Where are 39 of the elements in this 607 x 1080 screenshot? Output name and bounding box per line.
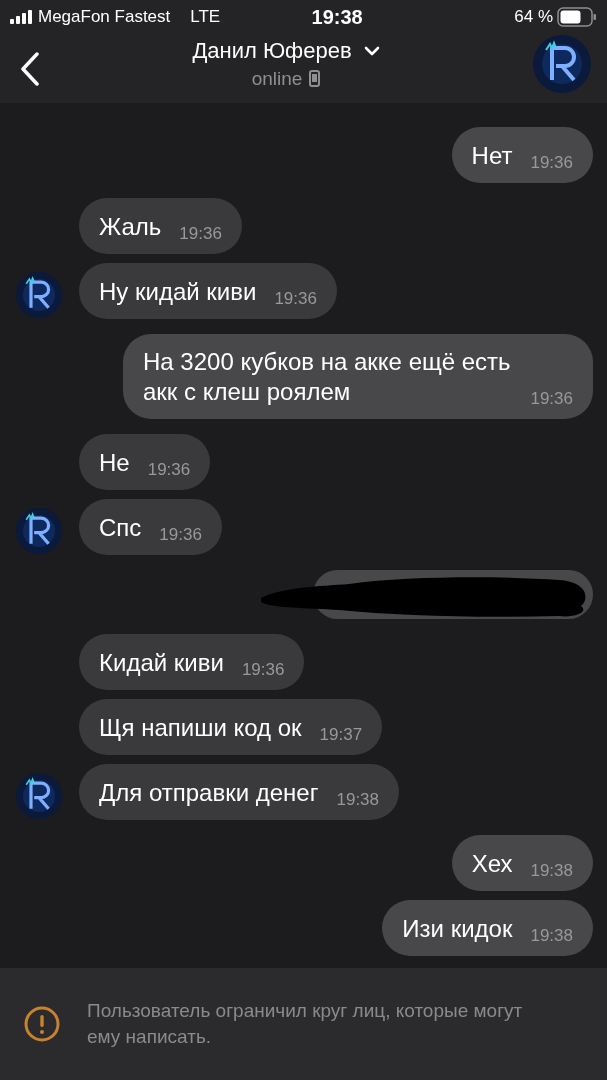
message-time: 19:36 bbox=[274, 289, 317, 309]
phone-icon bbox=[309, 70, 321, 87]
message-text: Жаль bbox=[99, 212, 162, 242]
status-time: 19:38 bbox=[311, 5, 363, 29]
message-time: 19:36 bbox=[179, 224, 222, 244]
message-time: 19:36 bbox=[530, 389, 573, 409]
battery-percent: 64 % bbox=[514, 7, 553, 27]
message-time: 19:36 bbox=[159, 525, 202, 545]
signal-icon bbox=[10, 10, 32, 24]
message-time: 19:36 bbox=[241, 660, 285, 680]
back-icon[interactable] bbox=[20, 51, 40, 86]
message-time: 19:37 bbox=[319, 725, 363, 745]
network-type: LTE bbox=[190, 7, 221, 27]
message-text: Ну кидай киви bbox=[99, 277, 257, 307]
chevron-down-icon[interactable] bbox=[363, 45, 380, 56]
message-time: 19:36 bbox=[147, 460, 191, 480]
message-text: Изи кидок bbox=[402, 914, 513, 944]
avatar-icon[interactable] bbox=[532, 33, 592, 94]
battery-icon bbox=[557, 7, 597, 27]
message-text: Для отправки денег bbox=[99, 778, 319, 808]
message-text: Не bbox=[99, 448, 130, 478]
message-text: Спс bbox=[99, 513, 142, 543]
message-time: 19:38 bbox=[530, 926, 573, 946]
message-text: Щя напиши код ок bbox=[99, 713, 302, 743]
message-time: 19:38 bbox=[530, 861, 573, 881]
contact-name[interactable]: Данил Юферев bbox=[192, 37, 352, 64]
message-time: 19:36 bbox=[530, 153, 573, 173]
online-status: online bbox=[251, 67, 303, 90]
avatar-icon[interactable] bbox=[15, 271, 63, 319]
message-text: Хех bbox=[471, 849, 513, 879]
carrier-name: MegaFon Fastest bbox=[38, 7, 171, 27]
avatar-icon[interactable] bbox=[15, 772, 63, 820]
message-time: 19:38 bbox=[336, 790, 379, 810]
message-text: Нет bbox=[471, 141, 513, 171]
message-text: Кидай киви bbox=[99, 648, 224, 678]
message-text: На 3200 кубков на акке ещё есть акк с клеш роялем bbox=[143, 347, 512, 407]
avatar-icon[interactable] bbox=[15, 507, 63, 555]
warning-icon bbox=[24, 1006, 60, 1042]
restriction-notice: Пользователь ограничил круг лиц, которые могут ему написать. bbox=[87, 999, 524, 1049]
